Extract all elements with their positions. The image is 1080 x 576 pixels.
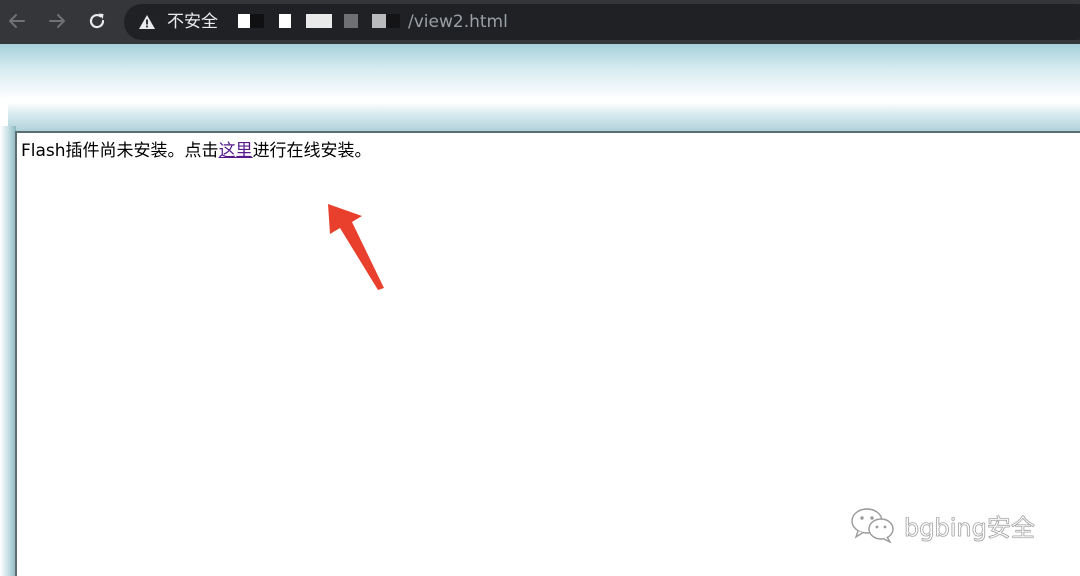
header-band <box>0 44 1080 100</box>
reload-button[interactable] <box>84 8 110 34</box>
install-link[interactable]: 这里 <box>219 141 253 161</box>
url-text[interactable]: /view2.html <box>408 12 508 32</box>
watermark-text: bgbing安全 <box>904 513 1035 542</box>
wechat-logo-icon <box>851 508 894 543</box>
notice-text-before: Flash插件尚未安装。点击 <box>21 141 219 161</box>
browser-toolbar: 不安全 /view2.html <box>0 0 1080 44</box>
flash-notice: Flash插件尚未安装。点击这里进行在线安装。 <box>21 140 372 162</box>
warning-triangle-icon <box>139 15 155 29</box>
arrow-right-icon <box>49 14 65 28</box>
watermark: bgbing安全 <box>850 505 1035 545</box>
address-bar[interactable]: 不安全 /view2.html <box>124 4 1080 40</box>
notice-text-after: 进行在线安装。 <box>252 141 372 161</box>
red-arrow-annotation <box>328 204 384 290</box>
page-viewport: Flash插件尚未安装。点击这里进行在线安装。 <box>0 44 1080 576</box>
security-label[interactable]: 不安全 <box>167 12 218 32</box>
arrow-left-icon <box>9 14 25 28</box>
forward-button[interactable] <box>44 8 70 34</box>
reload-icon <box>89 13 105 29</box>
back-button[interactable] <box>4 8 30 34</box>
frame-left-border <box>0 126 16 576</box>
frame-header <box>8 102 1080 134</box>
